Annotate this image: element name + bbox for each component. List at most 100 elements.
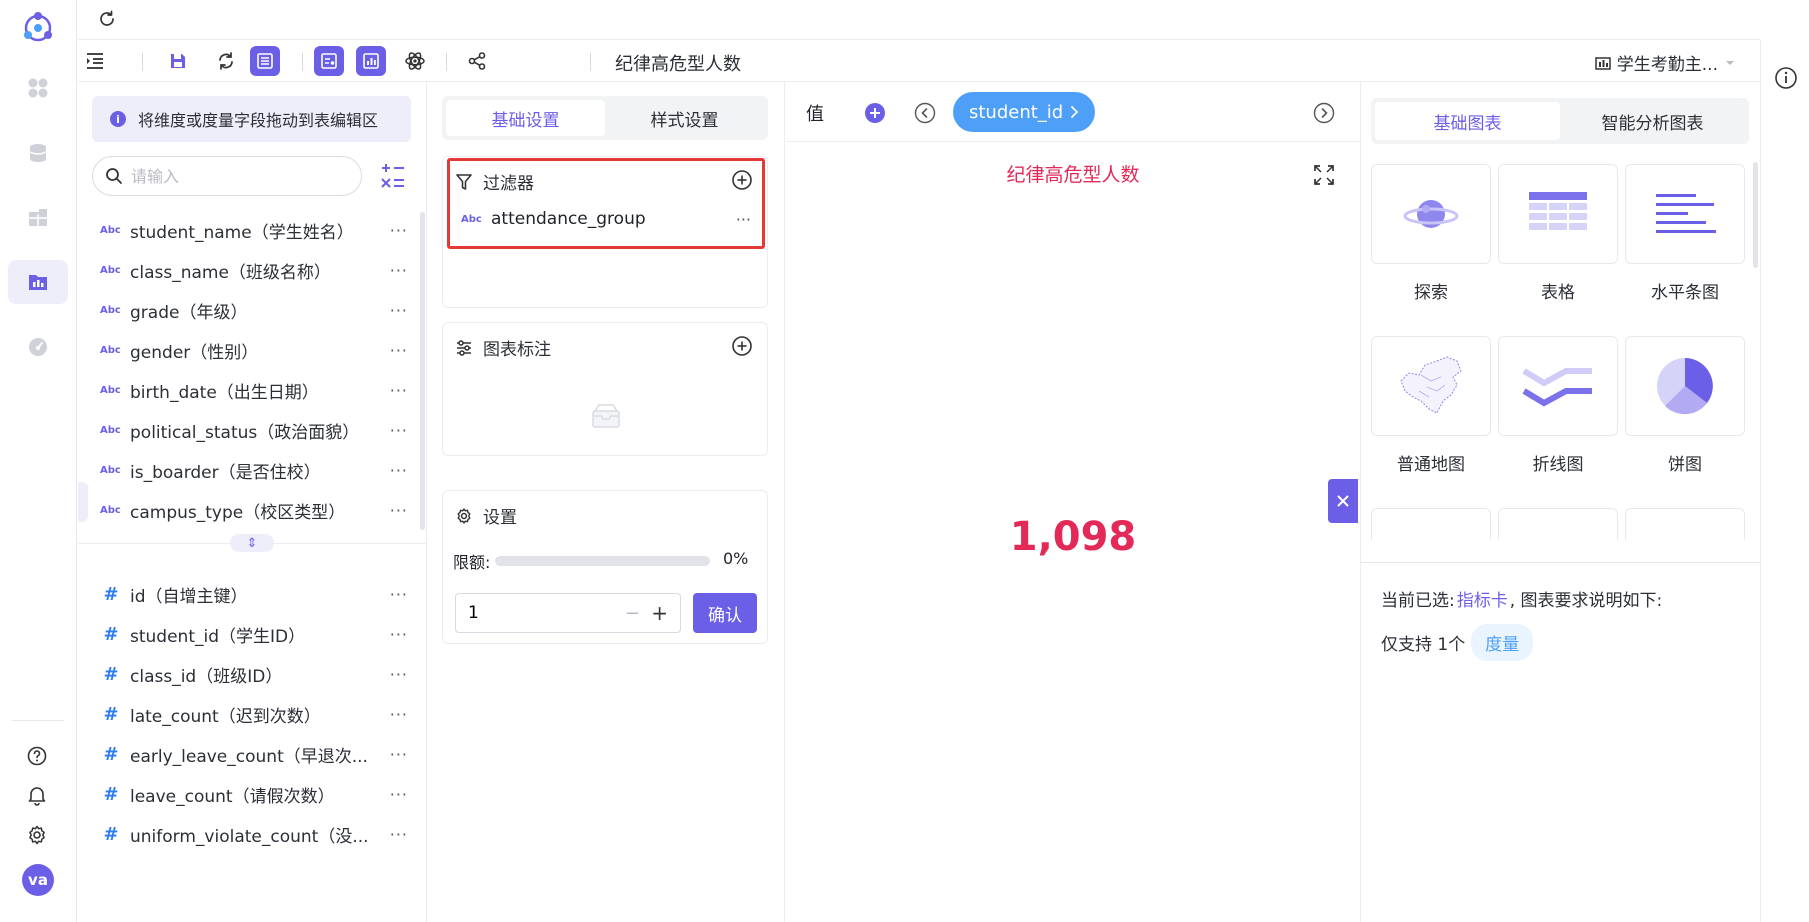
- more-icon[interactable]: ···: [390, 585, 408, 604]
- tab-style-settings[interactable]: 样式设置: [605, 100, 764, 136]
- rail-item-apps[interactable]: [8, 66, 68, 110]
- more-icon[interactable]: ···: [390, 341, 408, 360]
- chart-tile-table[interactable]: [1498, 164, 1618, 264]
- calculated-field-icon[interactable]: [380, 162, 406, 190]
- database-icon: [27, 142, 49, 164]
- quota-input[interactable]: [468, 603, 628, 623]
- dimension-field[interactable]: Abc gender（性别） ···: [100, 330, 420, 370]
- measure-field[interactable]: # student_id（学生ID） ···: [100, 614, 420, 654]
- dimension-field[interactable]: Abc class_name（班级名称） ···: [100, 250, 420, 290]
- chart-tile-label: 饼图: [1668, 455, 1702, 475]
- gear-icon[interactable]: [26, 824, 48, 846]
- search-input[interactable]: [131, 166, 331, 186]
- dimension-field[interactable]: Abc student_name（学生姓名） ···: [100, 210, 420, 250]
- more-icon[interactable]: ···: [390, 301, 408, 320]
- more-icon[interactable]: ···: [390, 381, 408, 400]
- rail-item-monitor[interactable]: [8, 325, 68, 369]
- chart-tile-explore[interactable]: [1371, 164, 1491, 264]
- chart-tile-line[interactable]: [1498, 336, 1618, 436]
- refresh-icon[interactable]: [97, 9, 117, 29]
- chart-tile-pie[interactable]: [1625, 336, 1745, 436]
- dimension-field[interactable]: Abc campus_type（校区类型） ···: [100, 490, 420, 530]
- share-icon[interactable]: [462, 46, 492, 76]
- app-logo-icon[interactable]: [18, 8, 58, 48]
- dimension-scrollbar[interactable]: [420, 212, 425, 530]
- report-title[interactable]: 纪律高危型人数: [615, 50, 741, 76]
- dimension-field[interactable]: Abc grade（年级） ···: [100, 290, 420, 330]
- chart-tile-map[interactable]: [1371, 336, 1491, 436]
- dimension-field[interactable]: Abc is_boarder（是否住校） ···: [100, 450, 420, 490]
- chart-canvas: 值 student_id 纪律高危型人数 1,098: [786, 82, 1360, 922]
- rail-item-analysis[interactable]: [8, 260, 68, 304]
- chart-tile-horizontal-bar[interactable]: [1625, 164, 1745, 264]
- add-annotation-icon[interactable]: [731, 335, 753, 357]
- bell-icon[interactable]: [26, 784, 48, 806]
- more-icon[interactable]: ···: [390, 825, 408, 844]
- atom-icon[interactable]: [400, 46, 430, 76]
- add-value-icon[interactable]: [864, 102, 886, 124]
- info-icon[interactable]: [1774, 66, 1798, 90]
- more-icon[interactable]: ···: [390, 261, 408, 280]
- more-icon[interactable]: ···: [390, 665, 408, 684]
- avatar[interactable]: va: [22, 864, 54, 896]
- fullscreen-icon[interactable]: [1313, 164, 1335, 186]
- requirement-prefix: 当前已选:: [1381, 591, 1455, 611]
- dashboard-select[interactable]: 学生考勤主...: [1595, 50, 1736, 75]
- more-icon[interactable]: ···: [390, 745, 408, 764]
- collapse-handle[interactable]: [78, 482, 88, 522]
- chevron-down-icon: [1724, 57, 1736, 69]
- chart-tiles-scrollbar[interactable]: [1753, 162, 1758, 268]
- field-label: class_name（班级名称）: [130, 262, 331, 283]
- tab-basic-settings[interactable]: 基础设置: [446, 100, 605, 136]
- rail-item-dataset[interactable]: [8, 196, 68, 240]
- filter-setting-icon[interactable]: [314, 46, 344, 76]
- annotation-card: 图表标注: [442, 322, 768, 456]
- tab-basic-charts[interactable]: 基础图表: [1375, 102, 1560, 140]
- data-view-icon[interactable]: [250, 46, 280, 76]
- quota-stepper[interactable]: − +: [455, 593, 681, 633]
- tab-smart-charts[interactable]: 智能分析图表: [1560, 102, 1745, 140]
- measure-field[interactable]: # id（自增主键） ···: [100, 574, 420, 614]
- field-label: uniform_violate_count（没...: [130, 826, 369, 847]
- rail-item-datasource[interactable]: [8, 131, 68, 175]
- more-icon[interactable]: ···: [390, 221, 408, 240]
- save-icon[interactable]: [163, 46, 193, 76]
- field-search[interactable]: [92, 156, 362, 196]
- chart-tile-partial[interactable]: [1625, 508, 1745, 540]
- sync-icon[interactable]: [211, 46, 241, 76]
- text-type-icon: Abc: [100, 384, 121, 396]
- more-icon[interactable]: ···: [390, 625, 408, 644]
- measure-field[interactable]: # class_id（班级ID） ···: [100, 654, 420, 694]
- measure-field[interactable]: # early_leave_count（早退次... ···: [100, 734, 420, 774]
- indent-icon[interactable]: [80, 46, 110, 76]
- more-icon[interactable]: ···: [390, 785, 408, 804]
- plus-icon[interactable]: +: [651, 601, 668, 625]
- chart-tile-partial[interactable]: [1498, 508, 1618, 540]
- measure-tag: 度量: [1471, 624, 1534, 661]
- scroll-right-icon[interactable]: [1313, 102, 1335, 124]
- field-label: is_boarder（是否住校）: [130, 462, 321, 483]
- scroll-left-icon[interactable]: [914, 102, 936, 124]
- measure-field[interactable]: # leave_count（请假次数） ···: [100, 774, 420, 814]
- explore-planet-icon: [1400, 189, 1462, 239]
- minus-icon[interactable]: −: [625, 603, 640, 624]
- resize-handle[interactable]: ⇕: [230, 534, 274, 552]
- measure-field[interactable]: # late_count（迟到次数） ···: [100, 694, 420, 734]
- chart-view-icon[interactable]: [356, 46, 386, 76]
- more-icon[interactable]: ···: [390, 421, 408, 440]
- dimension-field[interactable]: Abc political_status（政治面貌） ···: [100, 410, 420, 450]
- measure-field[interactable]: # uniform_violate_count（没... ···: [100, 814, 420, 854]
- selected-chart-link[interactable]: 指标卡: [1457, 586, 1508, 611]
- more-icon[interactable]: ···: [390, 461, 408, 480]
- more-icon[interactable]: ···: [390, 705, 408, 724]
- settings-panel: 基础设置 样式设置 过滤器 Abc attendance_group ··· 图…: [428, 82, 785, 922]
- help-icon[interactable]: [26, 745, 48, 767]
- chart-tile-partial[interactable]: [1371, 508, 1491, 540]
- more-icon[interactable]: ···: [390, 501, 408, 520]
- support-line: 仅支持 1个 度量: [1381, 624, 1534, 661]
- confirm-button[interactable]: 确认: [693, 593, 757, 633]
- close-panel-button[interactable]: [1328, 479, 1358, 523]
- value-field-pill[interactable]: student_id: [953, 92, 1096, 132]
- quota-percent: 0%: [723, 549, 749, 568]
- dimension-field[interactable]: Abc birth_date（出生日期） ···: [100, 370, 420, 410]
